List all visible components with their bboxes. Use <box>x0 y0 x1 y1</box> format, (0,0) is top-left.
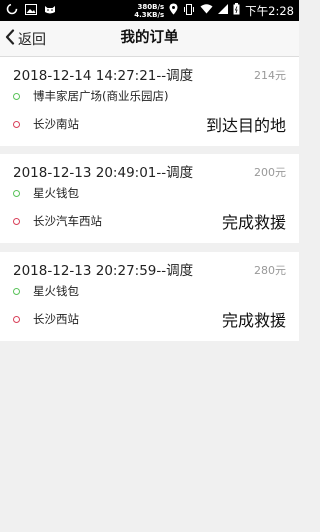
loading-icon <box>6 3 18 18</box>
chevron-left-icon <box>5 28 15 49</box>
status-bar: 380B/s 4.3KB/s 下午2:28 <box>0 0 299 21</box>
location-icon <box>169 3 178 18</box>
order-origin: 星火钱包 <box>33 186 79 200</box>
destination-dot-icon <box>13 316 20 323</box>
vibrate-icon <box>183 3 195 18</box>
order-datetime-type: 2018-12-14 14:27:21--调度 <box>13 68 194 84</box>
order-status: 完成救援 <box>221 311 286 330</box>
cat-icon <box>44 4 56 18</box>
destination-dot-icon <box>13 121 20 128</box>
order-destination: 长沙汽车西站 <box>33 214 102 228</box>
order-status: 到达目的地 <box>205 116 286 135</box>
order-price: 280元 <box>254 264 286 277</box>
origin-dot-icon <box>13 93 20 100</box>
destination-dot-icon <box>13 218 20 225</box>
download-speed: 4.3KB/s <box>134 10 165 19</box>
status-bar-right: 380B/s 4.3KB/s 下午2:28 <box>134 0 294 21</box>
image-icon <box>25 3 37 18</box>
origin-dot-icon <box>13 288 20 295</box>
order-card[interactable]: 2018-12-13 20:27:59--调度 280元 星火钱包 长沙西站 完… <box>0 252 299 341</box>
order-datetime-type: 2018-12-13 20:27:59--调度 <box>13 263 194 279</box>
order-destination: 长沙西站 <box>33 312 79 326</box>
back-label: 返回 <box>18 31 46 48</box>
order-card[interactable]: 2018-12-14 14:27:21--调度 214元 博丰家居广场(商业乐园… <box>0 57 299 146</box>
status-bar-left-icons <box>6 3 56 18</box>
upload-speed: 380B/s <box>137 2 165 11</box>
back-button[interactable]: 返回 <box>5 21 46 56</box>
order-status: 完成救援 <box>221 213 286 232</box>
network-speed: 380B/s 4.3KB/s <box>134 3 164 19</box>
signal-icon <box>218 4 229 17</box>
battery-icon <box>233 3 240 18</box>
header-bar: 返回 我的订单 <box>0 21 299 57</box>
order-destination: 长沙南站 <box>33 117 79 131</box>
origin-dot-icon <box>13 190 20 197</box>
order-card[interactable]: 2018-12-13 20:49:01--调度 200元 星火钱包 长沙汽车西站… <box>0 154 299 243</box>
order-origin: 博丰家居广场(商业乐园店) <box>33 89 169 103</box>
order-price: 214元 <box>254 69 286 82</box>
wifi-icon <box>200 4 213 17</box>
order-datetime-type: 2018-12-13 20:49:01--调度 <box>13 165 194 181</box>
clock: 下午2:28 <box>245 3 294 18</box>
order-origin: 星火钱包 <box>33 284 79 298</box>
order-price: 200元 <box>254 166 286 179</box>
